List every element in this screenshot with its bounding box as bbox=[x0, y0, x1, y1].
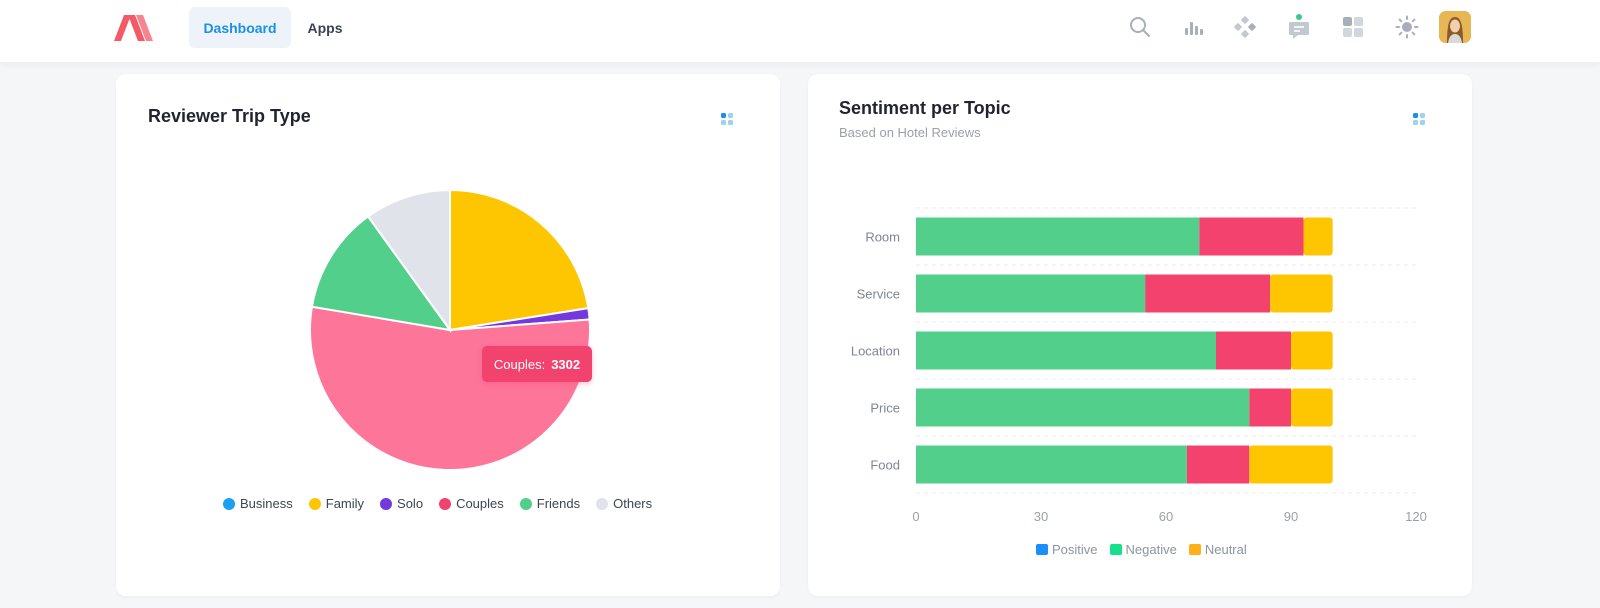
bar-segment-negative[interactable] bbox=[1199, 217, 1304, 256]
tab-apps[interactable]: Apps bbox=[295, 7, 355, 48]
y-tick-label: Service bbox=[857, 287, 900, 302]
y-tick-label: Location bbox=[851, 344, 900, 359]
x-tick-label: 30 bbox=[1034, 509, 1048, 524]
x-tick-label: 0 bbox=[912, 509, 919, 524]
sentiment-bar-chart: Room Service Location Price Food 0 30 60 90 120 bbox=[851, 207, 1427, 524]
avatar[interactable] bbox=[1439, 11, 1471, 43]
legend-item-negative[interactable]: Negative bbox=[1109, 542, 1177, 557]
y-tick-label: Room bbox=[865, 230, 900, 245]
legend-label: Business bbox=[240, 496, 293, 511]
x-tick-label: 90 bbox=[1284, 509, 1298, 524]
bar-segment-negative[interactable] bbox=[1216, 331, 1291, 370]
legend-label: Couples bbox=[456, 496, 504, 511]
logo-icon[interactable] bbox=[114, 13, 154, 43]
tooltip-value: 3302 bbox=[551, 356, 581, 372]
tooltip-label: Couples: bbox=[493, 356, 546, 372]
legend-swatch bbox=[1036, 544, 1048, 555]
legend-label: Family bbox=[325, 496, 365, 511]
card-title: Reviewer Trip Type bbox=[148, 106, 311, 126]
legend-item-family[interactable]: Family bbox=[308, 496, 365, 511]
legend-dot bbox=[308, 497, 321, 510]
chat-icon[interactable] bbox=[1284, 12, 1314, 42]
legend-item-neutral[interactable]: Neutral bbox=[1188, 542, 1247, 557]
legend-dot bbox=[223, 497, 235, 510]
legend-item-solo[interactable]: Solo bbox=[380, 496, 423, 511]
bar-segment-positive[interactable] bbox=[916, 274, 1146, 313]
x-tick-label: 120 bbox=[1405, 509, 1427, 524]
legend-label: Negative bbox=[1125, 542, 1177, 557]
bar-segment-neutral[interactable] bbox=[1249, 445, 1333, 484]
pie-slice-family[interactable] bbox=[449, 188, 590, 332]
bar-segment-neutral[interactable] bbox=[1270, 274, 1333, 313]
user-avatar-icon bbox=[1439, 11, 1471, 43]
top-navbar: Dashboard Apps bbox=[0, 0, 1600, 62]
legend-item-positive[interactable]: Positive bbox=[1036, 542, 1098, 557]
bar-segment-neutral[interactable] bbox=[1291, 331, 1333, 370]
bar-segment-positive[interactable] bbox=[916, 445, 1187, 484]
legend-item-couples[interactable]: Couples bbox=[439, 496, 504, 511]
bar-segment-negative[interactable] bbox=[1186, 445, 1250, 484]
legend-label: Friends bbox=[536, 496, 581, 511]
y-tick-label: Food bbox=[870, 458, 900, 473]
tab-dashboard[interactable]: Dashboard bbox=[189, 7, 291, 48]
trip-type-pie-chart bbox=[309, 188, 591, 471]
legend-swatch bbox=[1188, 544, 1201, 555]
bar-legend: Positive Negative Neutral bbox=[1036, 542, 1259, 557]
sun-icon[interactable] bbox=[1392, 12, 1422, 42]
pie-legend: Business Family Solo Couples Friends Others bbox=[223, 496, 668, 511]
card-title: Sentiment per Topic bbox=[839, 98, 1011, 118]
bar-segment-positive[interactable] bbox=[916, 388, 1250, 427]
apps-diamond-icon[interactable] bbox=[1230, 12, 1260, 42]
x-tick-label: 60 bbox=[1159, 509, 1173, 524]
legend-label: Positive bbox=[1052, 542, 1098, 557]
legend-dot bbox=[519, 497, 532, 510]
chart-icon[interactable] bbox=[1178, 12, 1208, 42]
bar-segment-neutral[interactable] bbox=[1303, 217, 1333, 256]
bar-segment-negative[interactable] bbox=[1145, 274, 1271, 313]
legend-dot bbox=[380, 497, 393, 510]
legend-dot bbox=[596, 497, 609, 510]
dots-menu-icon bbox=[721, 113, 733, 125]
y-tick-label: Price bbox=[870, 401, 900, 416]
dots-menu-icon bbox=[1413, 113, 1425, 125]
card-menu-button[interactable] bbox=[714, 106, 740, 132]
bar-segment-positive[interactable] bbox=[916, 331, 1216, 370]
legend-item-others[interactable]: Others bbox=[596, 496, 652, 511]
legend-label: Solo bbox=[397, 496, 424, 511]
legend-label: Neutral bbox=[1204, 542, 1247, 557]
card-menu-button[interactable] bbox=[1406, 106, 1432, 132]
card-subtitle: Based on Hotel Reviews bbox=[839, 125, 981, 140]
legend-swatch bbox=[1109, 544, 1122, 555]
bar-segment-neutral[interactable] bbox=[1291, 388, 1333, 427]
pie-tooltip: Couples: 3302 bbox=[482, 346, 592, 382]
grid-icon[interactable] bbox=[1338, 12, 1368, 42]
legend-label: Others bbox=[613, 496, 653, 511]
search-icon[interactable] bbox=[1125, 12, 1155, 42]
bar-segment-negative[interactable] bbox=[1249, 388, 1291, 427]
legend-item-friends[interactable]: Friends bbox=[519, 496, 581, 511]
legend-dot bbox=[439, 497, 452, 510]
bar-segment-positive[interactable] bbox=[916, 217, 1200, 256]
legend-item-business[interactable]: Business bbox=[223, 496, 293, 511]
